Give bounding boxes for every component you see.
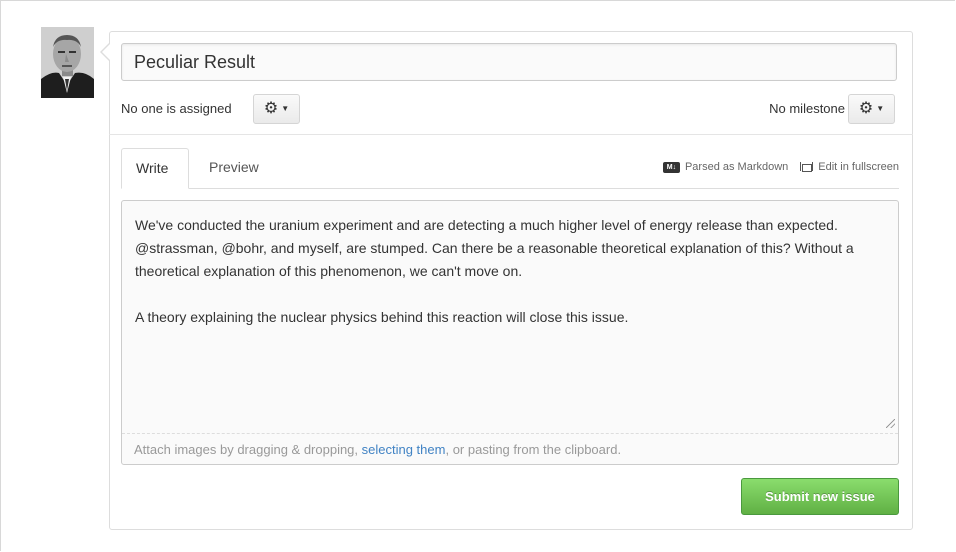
fullscreen-button[interactable]: Edit in fullscreen: [800, 161, 899, 173]
fullscreen-label: Edit in fullscreen: [818, 161, 899, 173]
assignee-status: No one is assigned: [121, 101, 232, 116]
issue-body-editor: We've conducted the uranium experiment a…: [121, 200, 899, 465]
markdown-help-link[interactable]: M↓ Parsed as Markdown: [662, 161, 789, 173]
gear-icon: ⚙: [858, 100, 874, 117]
assignee-settings-button[interactable]: ⚙ ▼: [253, 94, 300, 124]
issue-body-textarea[interactable]: We've conducted the uranium experiment a…: [122, 201, 898, 433]
markdown-label: Parsed as Markdown: [684, 161, 789, 173]
select-images-link[interactable]: selecting them: [362, 442, 446, 457]
milestone-settings-button[interactable]: ⚙ ▼: [848, 94, 895, 124]
caret-down-icon: ▼: [281, 104, 290, 113]
panel-pointer-fill: [102, 44, 110, 60]
attach-text-before: Attach images by dragging & dropping,: [134, 442, 362, 457]
image-drop-zone[interactable]: Attach images by dragging & dropping, se…: [122, 433, 898, 464]
tab-write[interactable]: Write: [121, 148, 189, 189]
issue-meta-row: No one is assigned ⚙ ▼ No milestone ⚙ ▼: [109, 90, 913, 135]
avatar-portrait: [41, 27, 94, 98]
editor-tabs: Write Preview M↓ Parsed as Markdown Edit…: [121, 148, 899, 189]
issue-title-input[interactable]: [121, 43, 897, 81]
avatar[interactable]: [41, 27, 94, 98]
gear-icon: ⚙: [263, 100, 279, 117]
resize-handle[interactable]: [886, 419, 895, 428]
fullscreen-icon: [800, 161, 814, 173]
editor-tools: M↓ Parsed as Markdown Edit in fullscreen: [662, 161, 899, 173]
milestone-status: No milestone: [769, 101, 845, 116]
submit-issue-button[interactable]: Submit new issue: [741, 478, 899, 515]
caret-down-icon: ▼: [876, 104, 885, 113]
tab-preview[interactable]: Preview: [195, 148, 273, 188]
attach-text-after: , or pasting from the clipboard.: [445, 442, 622, 457]
markdown-icon: M↓: [662, 161, 680, 173]
